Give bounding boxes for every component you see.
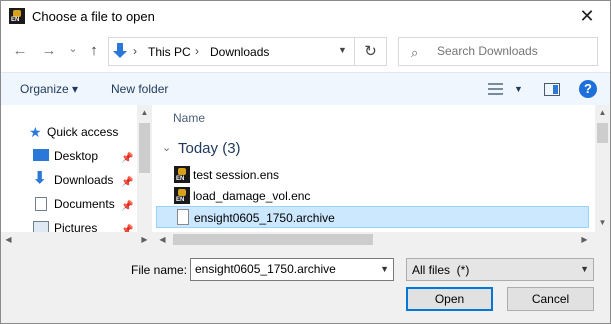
sidebar-horizontal-scrollbar[interactable]: ◀ ▶ [1,232,152,247]
file-row-selected[interactable]: ensight0605_1750.archive [156,206,589,228]
cancel-button[interactable]: Cancel [507,287,594,311]
refresh-icon[interactable]: ↻ [354,38,386,65]
file-list-horizontal-scrollbar[interactable]: ◀ ▶ [152,232,595,247]
sidebar-item-label: Desktop [54,149,99,163]
file-open-dialog: Choose a file to open ✕ ← → ⌄ ↑ › This P… [0,0,611,324]
scroll-up-arrow-icon[interactable]: ▲ [595,108,610,117]
ensight-file-icon [174,187,190,204]
file-type-filter-dropdown[interactable]: All files (*) ▼ [406,258,594,281]
star-icon: ★ [29,124,42,140]
up-arrow-icon[interactable]: ↑ [84,41,104,61]
address-bar[interactable]: › This PC › Downloads ▼ ↻ [108,37,387,66]
scroll-right-arrow-icon[interactable]: ▶ [577,235,592,244]
file-name: ensight0605_1750.archive [194,211,335,225]
breadcrumb-separator: › [195,44,199,58]
forward-arrow-icon[interactable]: → [39,41,59,61]
help-icon[interactable]: ? [579,80,597,98]
change-view-icon[interactable] [488,83,503,95]
dialog-footer: File name: ▼ All files (*) ▼ Open Cancel [1,247,610,323]
sidebar-item-label: Downloads [54,173,114,187]
file-name-field[interactable] [195,262,370,276]
back-arrow-icon[interactable]: ← [10,41,30,61]
file-name: load_damage_vol.enc [193,189,311,203]
open-button[interactable]: Open [406,287,493,311]
command-toolbar: Organize ▾ New folder ▼ ? [1,72,610,105]
pin-icon: 📌 [121,201,134,212]
sidebar-vertical-scrollbar[interactable]: ▲ [137,105,152,232]
scrollbar-thumb[interactable] [139,123,150,173]
scrollbar-thumb[interactable] [597,123,608,143]
file-name: test session.ens [193,168,280,182]
scrollbar-thumb[interactable] [173,234,373,245]
window-title: Choose a file to open [32,9,155,24]
ensight-app-icon [9,8,25,24]
breadcrumb-downloads[interactable]: Downloads [210,45,269,59]
file-row[interactable]: load_damage_vol.enc [156,185,589,207]
download-icon: ⬇ [33,170,47,187]
chevron-down-icon: ⌄ [162,142,172,154]
navigation-pane: ★ Quick access Desktop 📌 ⬇ Downloads 📌 D… [1,105,152,247]
group-label: Today (3) [178,140,241,157]
search-icon: ⌕ [411,45,419,60]
file-name-label: File name: [131,263,188,277]
sidebar-item-label: Quick access [47,125,119,139]
document-icon [35,197,47,211]
file-list-pane: Name ⌄ Today (3) test session.ens load_d… [152,105,610,247]
scroll-down-arrow-icon[interactable]: ▼ [595,218,610,227]
file-icon [177,209,189,225]
desktop-icon [33,149,49,161]
scroll-up-arrow-icon[interactable]: ▲ [137,108,152,117]
column-header-name[interactable]: Name [173,111,205,125]
chevron-down-icon[interactable]: ▼ [380,264,389,274]
scroll-left-arrow-icon[interactable]: ◀ [155,235,170,244]
search-input[interactable] [437,44,587,58]
chevron-down-icon[interactable]: ▼ [580,264,589,274]
ensight-file-icon [174,166,190,183]
download-location-icon [112,43,128,60]
file-row[interactable]: test session.ens [156,164,589,186]
pin-icon: 📌 [121,177,134,188]
breadcrumb-separator: › [133,44,137,58]
breadcrumb-this-pc[interactable]: This PC [148,45,191,59]
file-type-filter-value: All files (*) [412,263,470,277]
scroll-right-arrow-icon[interactable]: ▶ [137,235,152,244]
view-options-chevron-icon[interactable]: ▼ [514,84,523,94]
title-bar: Choose a file to open ✕ [1,1,610,32]
scrollbar-corner [595,232,610,247]
preview-pane-icon[interactable] [544,83,560,96]
recent-locations-chevron-icon[interactable]: ⌄ [63,39,83,59]
new-folder-button[interactable]: New folder [111,82,168,96]
file-list-vertical-scrollbar[interactable]: ▲ ▼ [595,105,610,232]
pin-icon: 📌 [121,153,134,164]
scroll-left-arrow-icon[interactable]: ◀ [1,235,16,244]
organize-button[interactable]: Organize ▾ [20,82,78,96]
navigation-bar: ← → ⌄ ↑ › This PC › Downloads ▼ ↻ ⌕ [1,32,610,72]
chevron-down-icon[interactable]: ▼ [338,45,347,55]
file-name-combobox[interactable]: ▼ [190,258,394,281]
close-icon[interactable]: ✕ [576,5,598,27]
sidebar-item-label: Documents [54,197,115,211]
search-box[interactable]: ⌕ [398,37,598,66]
